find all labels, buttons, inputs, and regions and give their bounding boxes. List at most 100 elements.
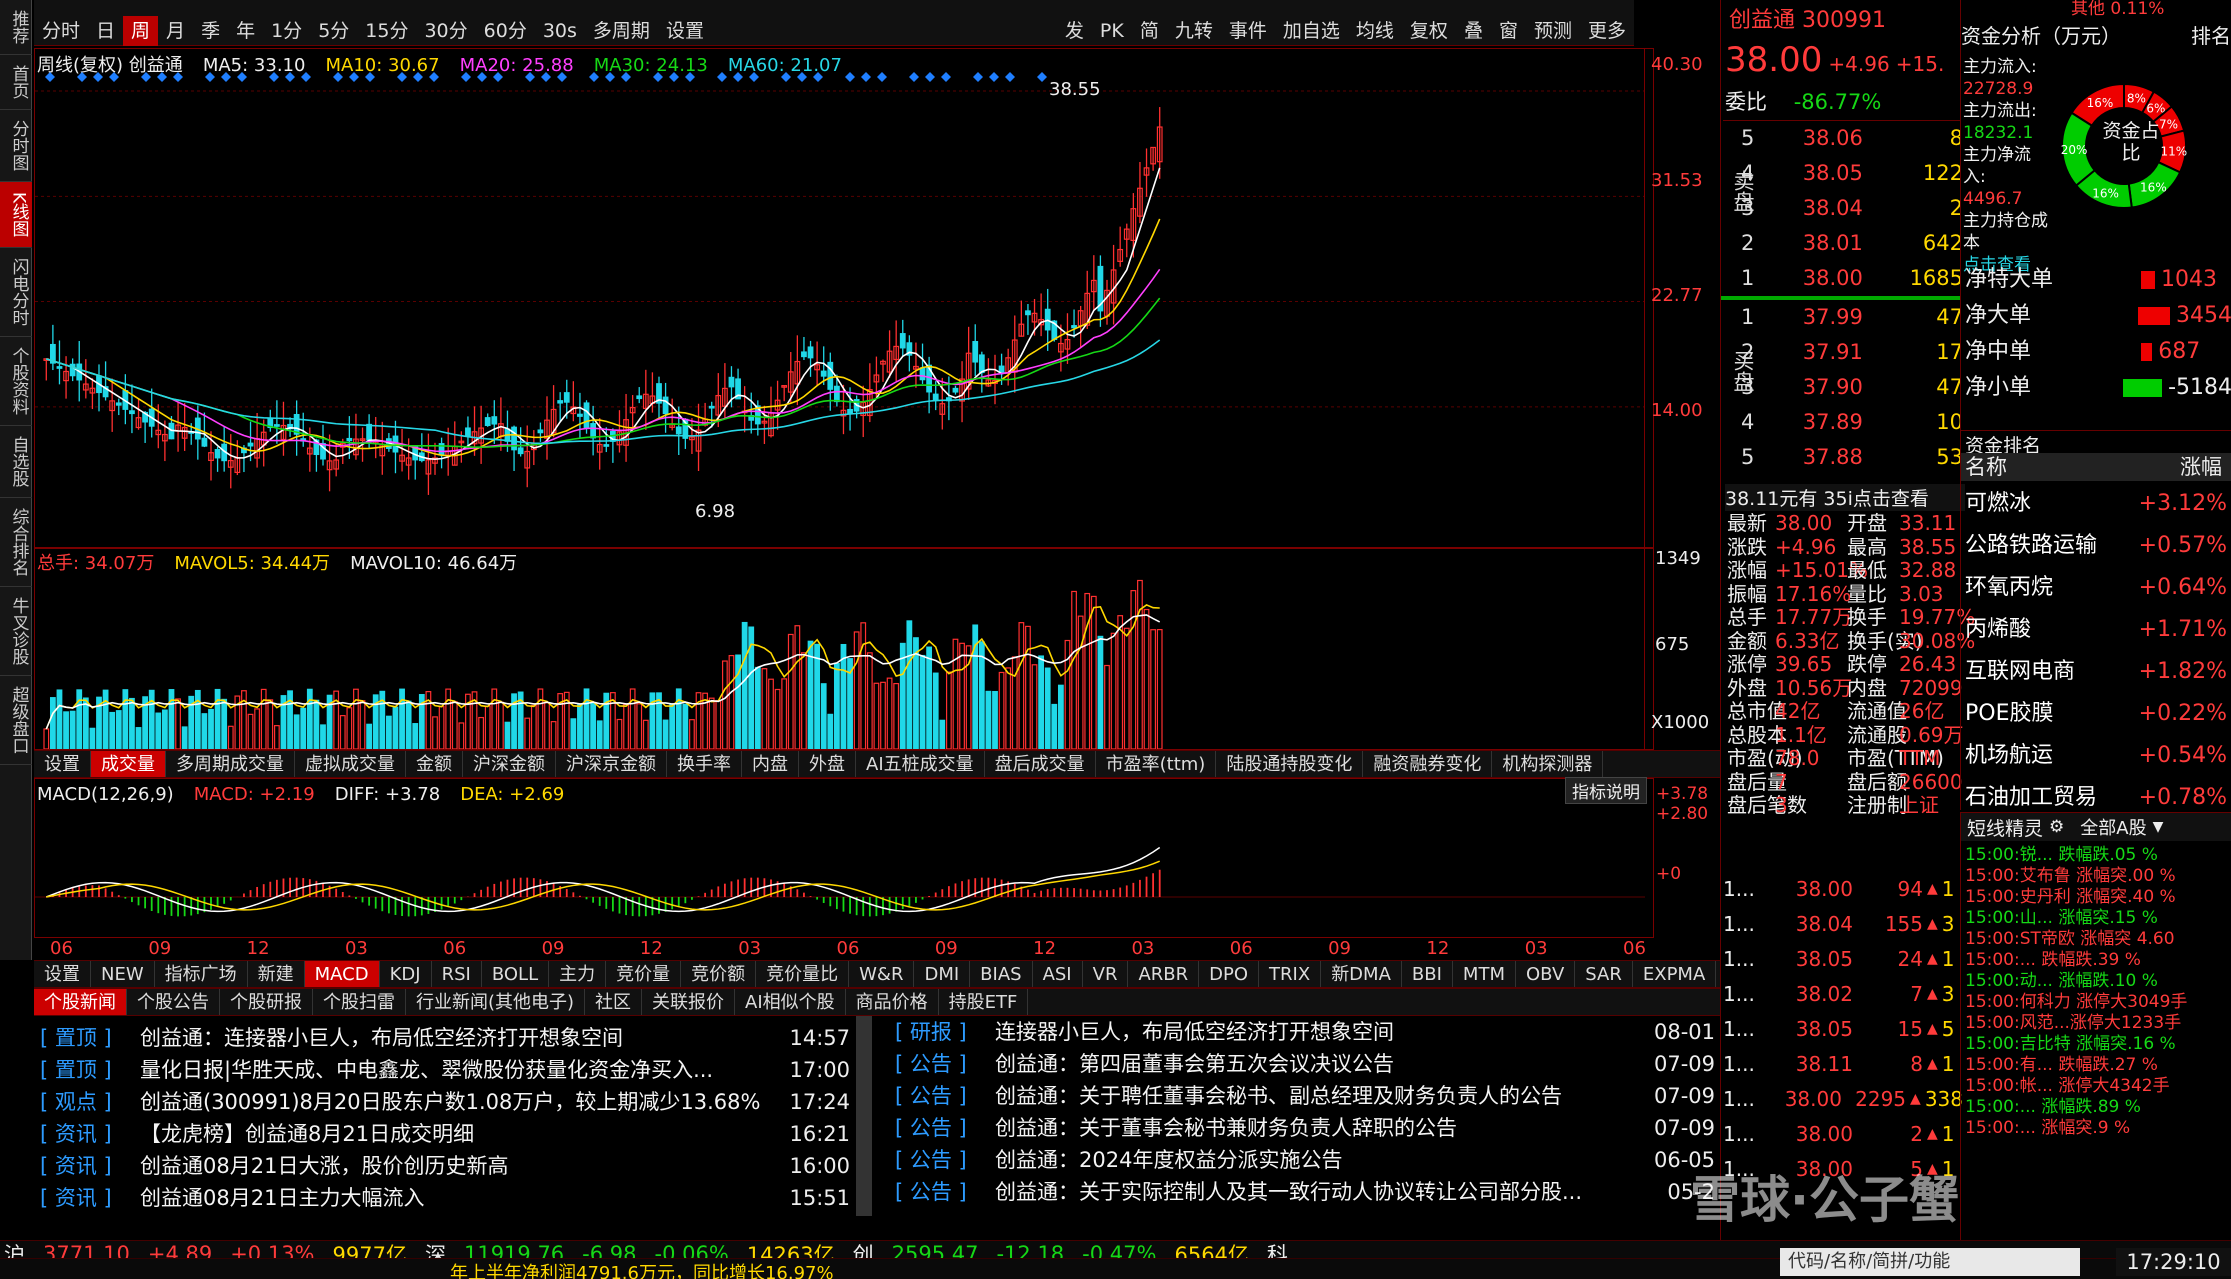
news-title[interactable]: 创益通08月21日大涨，股价创历史新高: [140, 1150, 760, 1182]
tab-item[interactable]: VR: [1083, 961, 1129, 987]
toolbar-action[interactable]: 加自选: [1275, 16, 1348, 46]
rank-row[interactable]: 机场航运 +0.54%: [1965, 735, 2227, 777]
volume-tab[interactable]: 多周期成交量: [166, 751, 295, 777]
tab-item[interactable]: DPO: [1199, 961, 1260, 987]
news-title[interactable]: 连接器小巨人，布局低空经济打开想象空间: [995, 1016, 1625, 1048]
rank-row[interactable]: 丙烯酸 +1.71%: [1965, 609, 2227, 651]
tab-item[interactable]: 竞价量比: [756, 961, 850, 987]
tab-item[interactable]: 关联报价: [642, 989, 736, 1015]
col-pct[interactable]: 涨幅: [2132, 453, 2231, 481]
period-tab[interactable]: 1分: [263, 16, 310, 46]
period-tab[interactable]: 30分: [416, 16, 475, 46]
volume-tab[interactable]: 换手率: [667, 751, 742, 777]
left-nav-item[interactable]: 首页: [0, 55, 32, 110]
tab-item[interactable]: 指标广场: [155, 961, 248, 987]
left-nav-item[interactable]: 个股资料: [0, 337, 32, 427]
volume-tab[interactable]: 设置: [34, 751, 91, 777]
news-row[interactable]: [ 置顶 ] 创益通：连接器小巨人，布局低空经济打开想象空间 14:57: [40, 1022, 850, 1054]
search-input[interactable]: 代码/名称/简拼/功能: [1780, 1248, 2080, 1276]
short-wizard-item[interactable]: 15:00:艾布鲁 涨幅突.00 %: [1965, 866, 2227, 887]
tab-item[interactable]: BOLL: [482, 961, 550, 987]
tab-item[interactable]: 竞价量: [606, 961, 682, 987]
news-row[interactable]: [ 公告 ] 创益通：关于实际控制人及其一致行动人协议转让公司部分股... 05-2: [895, 1176, 1715, 1208]
volume-chart[interactable]: [35, 571, 1645, 749]
period-tab[interactable]: 15分: [357, 16, 416, 46]
left-nav-item[interactable]: 闪电分时: [0, 248, 32, 338]
toolbar-action[interactable]: 更多: [1580, 16, 1634, 46]
tab-item[interactable]: NEW: [91, 961, 155, 987]
tab-item[interactable]: 新建: [248, 961, 305, 987]
short-wizard-item[interactable]: 15:00:有... 跌幅跌.27 %: [1965, 1055, 2227, 1076]
volume-tab[interactable]: 内盘: [742, 751, 799, 777]
short-wizard-item[interactable]: 15:00:帐... 涨停大4342手: [1965, 1076, 2227, 1097]
scope-select[interactable]: 全部A股: [2080, 814, 2146, 840]
short-wizard-item[interactable]: 15:00:ST帝欧 涨幅突 4.60: [1965, 929, 2227, 950]
tab-item[interactable]: MTM: [1453, 961, 1516, 987]
tab-item[interactable]: ARBR: [1128, 961, 1200, 987]
volume-tab[interactable]: AI五桩成交量: [856, 751, 985, 777]
toolbar-action[interactable]: 窗: [1491, 16, 1526, 46]
fund-rank-link[interactable]: 排名: [2191, 20, 2231, 49]
short-wizard-item[interactable]: 15:00:动... 涨幅跌.10 %: [1965, 971, 2227, 992]
rank-row[interactable]: POE胶膜 +0.22%: [1965, 693, 2227, 735]
volume-tab[interactable]: 金额: [406, 751, 463, 777]
toolbar-action[interactable]: PK: [1092, 16, 1132, 46]
tab-item[interactable]: OBV: [1516, 961, 1576, 987]
news-title[interactable]: 创益通：关于董事会秘书兼财务负责人辞职的公告: [995, 1112, 1625, 1144]
macd-chart[interactable]: [35, 809, 1645, 937]
tab-item[interactable]: 个股研报: [220, 989, 313, 1015]
rank-row[interactable]: 可燃冰 +3.12%: [1965, 483, 2227, 525]
tab-item[interactable]: KDJ: [380, 961, 432, 987]
left-nav-item[interactable]: 牛叉诊股: [0, 587, 32, 677]
left-nav-item[interactable]: 自选股: [0, 426, 32, 499]
tab-item[interactable]: AI相似个股: [735, 989, 846, 1015]
tab-item[interactable]: 主力: [549, 961, 607, 987]
toolbar-action[interactable]: 发: [1057, 16, 1092, 46]
tab-item[interactable]: 持股ETF: [939, 989, 1029, 1015]
chevron-down-icon[interactable]: ▼: [2153, 819, 2164, 835]
tab-item[interactable]: 社区: [585, 989, 643, 1015]
volume-tab[interactable]: 沪深金额: [463, 751, 556, 777]
volume-tab[interactable]: 市盈率(ttm): [1096, 751, 1217, 777]
short-wizard-item[interactable]: 15:00:吉比特 涨幅突.16 %: [1965, 1034, 2227, 1055]
tab-item[interactable]: 新DMA: [1321, 961, 1402, 987]
news-row[interactable]: [ 资讯 ] 创益通08月21日主力大幅流入 15:51: [40, 1182, 850, 1214]
left-nav-item[interactable]: 分时图: [0, 110, 32, 182]
toolbar-action[interactable]: 均线: [1348, 16, 1402, 46]
volume-tab[interactable]: 融资融券变化: [1363, 751, 1493, 777]
period-tab[interactable]: 年: [228, 16, 263, 46]
indicator-help-button[interactable]: 指标说明: [1565, 777, 1647, 804]
news-row[interactable]: [ 观点 ] 创益通(300991)8月20日股东户数1.08万户，较上期减少13…: [40, 1086, 850, 1118]
rank-row[interactable]: 环氧丙烷 +0.64%: [1965, 567, 2227, 609]
news-title[interactable]: 创益通：2024年度权益分派实施公告: [995, 1144, 1625, 1176]
tab-item[interactable]: 商品价格: [846, 989, 939, 1015]
tab-item[interactable]: ASI: [1033, 961, 1083, 987]
kline-chart[interactable]: [35, 71, 1645, 547]
toolbar-action[interactable]: 叠: [1456, 16, 1491, 46]
tab-item[interactable]: BBI: [1402, 961, 1453, 987]
toolbar-action[interactable]: 简: [1132, 16, 1167, 46]
tab-item[interactable]: TRIX: [1259, 961, 1322, 987]
toolbar-action[interactable]: 复权: [1402, 16, 1456, 46]
period-tab[interactable]: 多周期: [585, 16, 658, 46]
volume-tab[interactable]: 外盘: [799, 751, 856, 777]
news-row[interactable]: [ 置顶 ] 量化日报|华胜天成、中电鑫龙、翠微股份获量化资金净买入... 17:0…: [40, 1054, 850, 1086]
period-tab[interactable]: 5分: [310, 16, 357, 46]
tab-item[interactable]: MACD: [304, 961, 380, 987]
short-wizard-item[interactable]: 15:00:... 涨幅突.9 %: [1965, 1118, 2227, 1139]
tab-item[interactable]: 竞价额: [681, 961, 757, 987]
volume-tab[interactable]: 虚拟成交量: [295, 751, 406, 777]
tab-item[interactable]: 设置: [34, 961, 91, 987]
period-tab[interactable]: 周: [123, 15, 159, 46]
tab-item[interactable]: DMI: [914, 961, 971, 987]
short-wizard-item[interactable]: 15:00:... 跌幅跌.39 %: [1965, 950, 2227, 971]
left-nav-item[interactable]: 超级盘口: [0, 676, 32, 766]
news-title[interactable]: 创益通：关于实际控制人及其一致行动人协议转让公司部分股...: [995, 1176, 1625, 1208]
volume-tab[interactable]: 盘后成交量: [985, 751, 1096, 777]
news-title[interactable]: 创益通：连接器小巨人，布局低空经济打开想象空间: [140, 1022, 760, 1054]
level2-banner[interactable]: 38.11元有 35i点击查看: [1725, 484, 1965, 511]
tab-item[interactable]: 个股公告: [127, 989, 220, 1015]
period-tab[interactable]: 月: [158, 16, 193, 46]
period-tab[interactable]: 季: [193, 16, 228, 46]
short-wizard-item[interactable]: 15:00:山... 涨幅突.15 %: [1965, 908, 2227, 929]
